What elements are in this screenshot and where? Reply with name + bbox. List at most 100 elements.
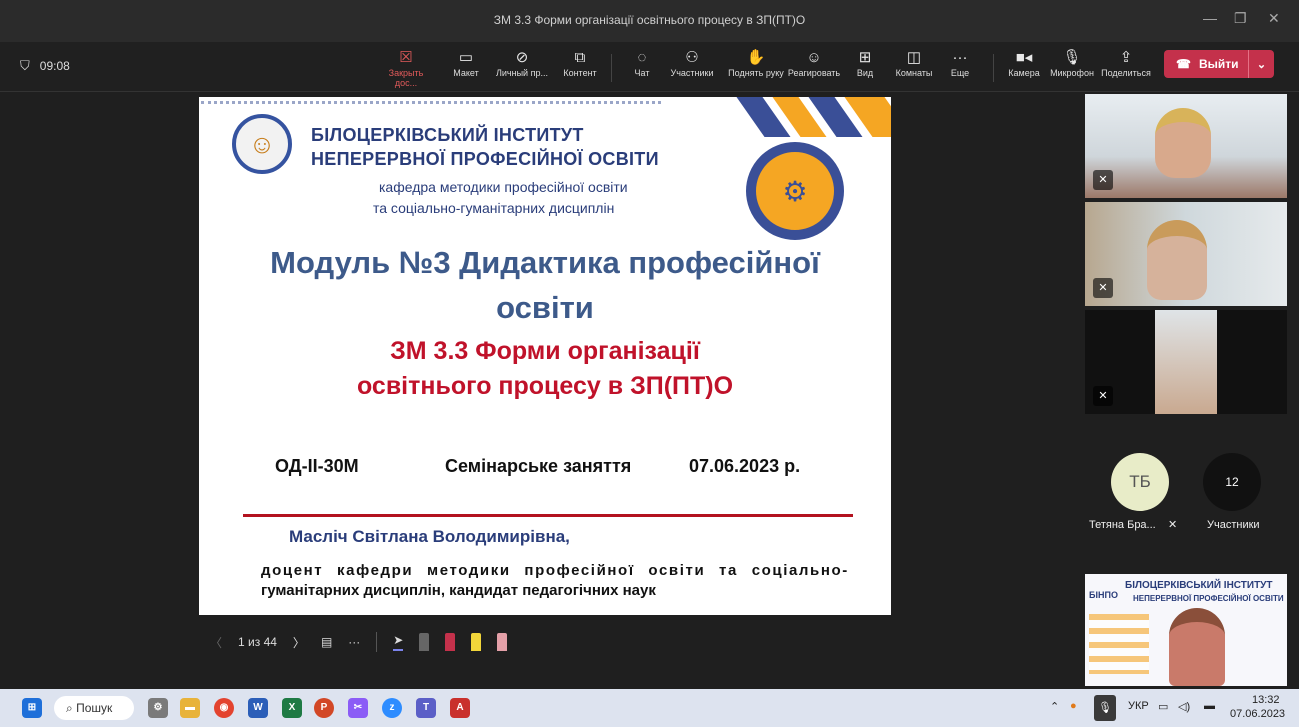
zoom-icon[interactable]: z	[382, 698, 402, 718]
excel-icon[interactable]: X	[282, 698, 302, 718]
session-date: 07.06.2023 р.	[689, 456, 801, 476]
thumb-subtitle: НЕПЕРЕРВНОЇ ПРОФЕСІЙНОЇ ОСВІТИ	[1133, 594, 1284, 603]
powerpoint-icon[interactable]: P	[314, 698, 334, 718]
personal-view-button[interactable]: ⊘ Личный пр...	[494, 48, 550, 78]
taskbar-search[interactable]: ⌕ Пошук	[54, 696, 134, 720]
content-button[interactable]: ⧉ Контент	[552, 48, 608, 78]
os-taskbar: ⊞ ⌕ Пошук ⚙ ▬ ◉ W X P ✂ z T A ⌃ ● 🎙 УКР …	[0, 689, 1299, 727]
slide-grid-icon[interactable]: ▤	[321, 635, 332, 649]
topic-title-2: освітнього процесу в ЗП(ПТ)О	[356, 372, 734, 400]
module-title-2: освіти	[496, 290, 594, 325]
view-button[interactable]: ⊞ Вид	[840, 48, 890, 78]
participant-video	[1155, 108, 1211, 178]
chrome-icon[interactable]: ◉	[214, 698, 234, 718]
clock-date[interactable]: 07.06.2023	[1230, 708, 1285, 720]
more-button[interactable]: ··· Еще	[932, 48, 988, 78]
nav-divider	[376, 632, 378, 652]
next-slide-icon[interactable]: 〉	[293, 634, 305, 651]
institute-name: БІЛОЦЕРКІВСЬКИЙ ІНСТИТУТ	[311, 125, 584, 145]
react-button[interactable]: ☺ Реагировать	[784, 48, 844, 78]
shield-icon: ⛉	[20, 58, 30, 73]
red-pen-icon[interactable]	[445, 633, 456, 651]
slide-nav-bar: 〈 1 из 44 〉 ▤ ··· ➤	[210, 628, 508, 656]
microphone-icon: 🎙	[1062, 49, 1082, 66]
participant-count-avatar[interactable]: 12	[1203, 453, 1261, 511]
mic-off-icon: ✕	[1093, 170, 1113, 190]
content-icon: ⧉	[574, 49, 586, 66]
chat-button[interactable]: ◌ Чат	[614, 48, 670, 78]
share-button[interactable]: ⇪ Поделиться	[1098, 48, 1154, 78]
author-name: Масліч Світлана Володимирівна,	[289, 527, 570, 546]
windows-start-icon[interactable]: ⊞	[22, 698, 42, 718]
pointer-icon[interactable]: ➤	[393, 633, 404, 651]
search-icon: ⌕	[66, 701, 73, 715]
window-title: ЗМ 3.3 Форми організації освітнього проц…	[493, 13, 806, 27]
participants-button[interactable]: ⚇ Участники	[664, 48, 720, 78]
network-icon[interactable]: ▭	[1158, 700, 1168, 713]
maximize-icon[interactable]: ❐	[1234, 10, 1247, 27]
folder-icon[interactable]: ▬	[180, 698, 200, 718]
eraser-icon[interactable]	[497, 633, 508, 651]
people-icon: ⚇	[685, 49, 699, 66]
self-view-tile[interactable]: БІНПО БІЛОЦЕРКІВСЬКИЙ ІНСТИТУТ НЕПЕРЕРВН…	[1085, 574, 1287, 686]
session-type: Семінарське заняття	[445, 456, 632, 476]
microphone-button[interactable]: 🎙 Микрофон	[1044, 48, 1100, 78]
raise-hand-button[interactable]: ✋ Поднять руку	[724, 48, 788, 78]
tray-app-icon[interactable]: ●	[1070, 700, 1077, 712]
volume-icon[interactable]: ◁)	[1178, 700, 1190, 713]
teams-icon[interactable]: T	[416, 698, 436, 718]
clock-time[interactable]: 13:32	[1252, 694, 1280, 706]
microphone-icon[interactable]: 🎙	[1094, 695, 1116, 721]
chevron-down-icon[interactable]: ⌄	[1248, 50, 1274, 78]
toolbar-divider	[611, 54, 612, 82]
thumb-logo: БІНПО	[1089, 590, 1118, 600]
slide-page-counter: 1 из 44	[238, 635, 277, 649]
eye-off-icon: ⊘	[515, 49, 529, 66]
layout-icon: ▭	[458, 49, 474, 66]
more-icon[interactable]: ···	[348, 635, 360, 649]
word-icon[interactable]: W	[248, 698, 268, 718]
language-indicator[interactable]: УКР	[1128, 700, 1149, 712]
mic-off-icon: ✕	[1093, 386, 1113, 406]
department-name: кафедра методики професійної освіти	[379, 179, 628, 195]
minimize-icon[interactable]: —	[1203, 10, 1217, 26]
battery-icon[interactable]: ▬	[1204, 700, 1215, 712]
institute-name-2: НЕПЕРЕРВНОЇ ПРОФЕСІЙНОЇ ОСВІТИ	[311, 149, 659, 169]
highlighter-icon[interactable]	[471, 633, 482, 651]
participant-video-tile[interactable]: ✕	[1085, 202, 1287, 306]
window-titlebar: ЗМ 3.3 Форми організації освітнього проц…	[0, 0, 1299, 42]
chevron-up-icon[interactable]: ⌃	[1050, 700, 1059, 713]
participant-video-tile[interactable]: ✕	[1085, 94, 1287, 198]
pen-icon[interactable]	[419, 633, 430, 651]
shared-slide: ☺ БІЛОЦЕРКІВСЬКИЙ ІНСТИТУТ НЕПЕРЕРВНОЇ П…	[199, 97, 891, 615]
stop-share-icon: ☒	[399, 49, 413, 66]
participant-video	[1147, 220, 1207, 300]
leave-button[interactable]: ☎ Выйти ⌄	[1164, 50, 1274, 78]
thumb-decor	[1089, 614, 1149, 674]
grid-icon: ⊞	[858, 49, 872, 66]
participant-avatar[interactable]: ТБ	[1111, 453, 1169, 511]
chat-icon: ◌	[637, 49, 647, 66]
acrobat-icon[interactable]: A	[450, 698, 470, 718]
meeting-toolbar: ⛉ 09:08 ☒ Закрыть дос... ▭ Макет ⊘ Личны…	[0, 42, 1299, 92]
stop-sharing-button[interactable]: ☒ Закрыть дос...	[378, 48, 434, 88]
prev-slide-icon[interactable]: 〈	[210, 634, 222, 651]
mic-off-icon: ✕	[1168, 519, 1178, 531]
participant-video-tile[interactable]: ✕	[1085, 310, 1287, 414]
participants-count-label: Участники	[1207, 519, 1260, 531]
share-icon: ⇪	[1119, 49, 1133, 66]
topic-title: ЗМ 3.3 Форми організації	[390, 337, 700, 365]
institute-logo-icon: ☺	[232, 114, 292, 174]
snipping-tool-icon[interactable]: ✂	[348, 698, 368, 718]
self-video	[1169, 608, 1225, 686]
toolbar-divider	[993, 54, 994, 82]
settings-icon[interactable]: ⚙	[148, 698, 168, 718]
participant-video	[1155, 310, 1217, 414]
divider-line	[243, 514, 853, 517]
mic-off-icon: ✕	[1093, 278, 1113, 298]
author-position-2: гуманітарних дисциплін, кандидат педагог…	[261, 582, 656, 599]
hand-icon: ✋	[746, 49, 766, 66]
layout-button[interactable]: ▭ Макет	[438, 48, 494, 78]
participant-name: Тетяна Бра...	[1089, 519, 1156, 531]
close-icon[interactable]: ✕	[1268, 10, 1280, 27]
